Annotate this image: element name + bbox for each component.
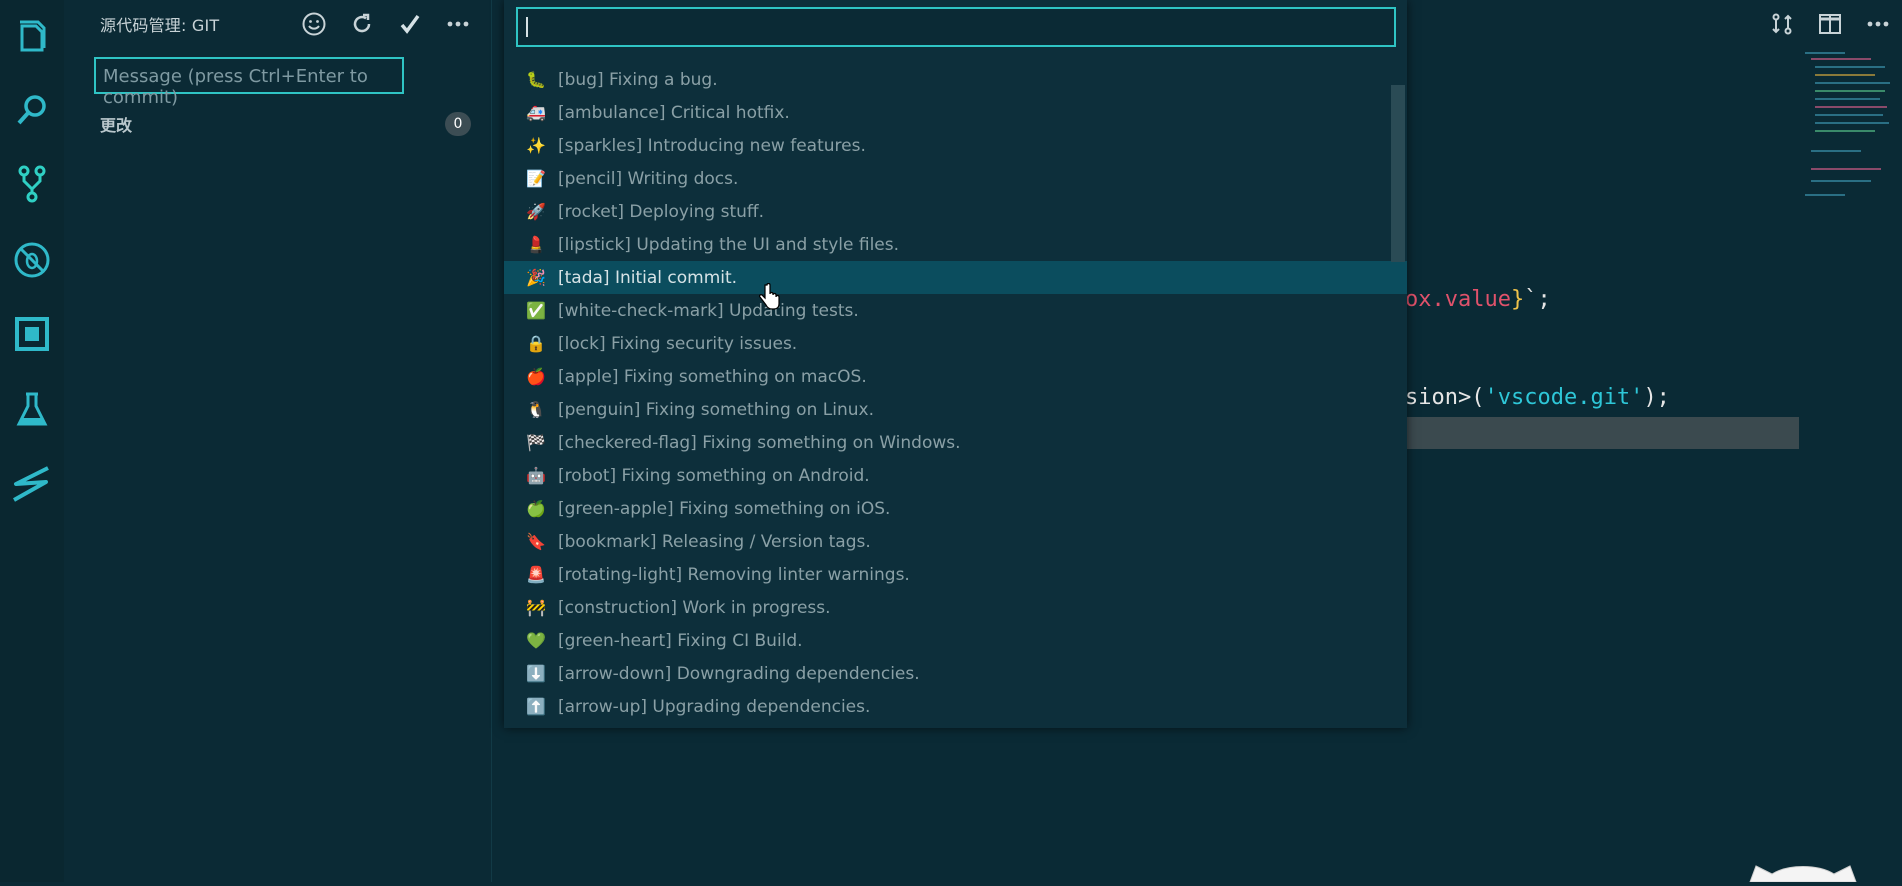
quick-pick-item[interactable]: 🚑 [ambulance] Critical hotfix.: [504, 96, 1407, 129]
quick-pick-item[interactable]: 🐛 [bug] Fixing a bug.: [504, 63, 1407, 96]
quick-pick-item[interactable]: 🚀 [rocket] Deploying stuff.: [504, 195, 1407, 228]
quick-pick-item-label: [pencil] Writing docs.: [558, 168, 739, 189]
more-icon[interactable]: [434, 10, 482, 38]
live-share-icon[interactable]: [0, 456, 64, 512]
quick-pick-item[interactable]: 🔒 [lock] Fixing security issues.: [504, 327, 1407, 360]
quick-pick-item[interactable]: 🏁 [checkered-flag] Fixing something on Wi…: [504, 426, 1407, 459]
test-flask-icon[interactable]: [0, 382, 64, 438]
quick-pick-item[interactable]: 📝 [pencil] Writing docs.: [504, 162, 1407, 195]
explorer-icon[interactable]: [0, 8, 64, 64]
gitmoji-icon: ✅: [526, 301, 546, 320]
quick-pick-item-label: [rotating-light] Removing linter warning…: [558, 564, 910, 585]
quick-pick-item-label: [apple] Fixing something on macOS.: [558, 366, 867, 387]
gitmoji-icon: ✨: [526, 136, 546, 155]
editor-actions: [1758, 10, 1902, 38]
quick-pick-item[interactable]: 🔖 [bookmark] Releasing / Version tags.: [504, 525, 1407, 558]
quick-pick-item[interactable]: 🍏 [green-apple] Fixing something on iOS.: [504, 492, 1407, 525]
quick-pick-item[interactable]: 🐧 [penguin] Fixing something on Linux.: [504, 393, 1407, 426]
quick-pick-item-label: [bookmark] Releasing / Version tags.: [558, 531, 871, 552]
smiley-icon[interactable]: [290, 10, 338, 38]
gitmoji-icon: 🔖: [526, 532, 546, 551]
search-icon[interactable]: [0, 82, 64, 138]
hand-cursor-icon: [758, 282, 780, 315]
quick-pick-item-label: [bug] Fixing a bug.: [558, 69, 718, 90]
gitmoji-icon: 🚑: [526, 103, 546, 122]
quick-pick-item-label: [green-apple] Fixing something on iOS.: [558, 498, 891, 519]
quick-pick-item[interactable]: 💄 [lipstick] Updating the UI and style fi…: [504, 228, 1407, 261]
sidebar-actions: [290, 10, 482, 38]
quick-pick-item[interactable]: 🚧 [construction] Work in progress.: [504, 591, 1407, 624]
gitmoji-icon: 💄: [526, 235, 546, 254]
activity-bar: [0, 0, 64, 882]
quick-pick-item[interactable]: ✨ [sparkles] Introducing new features.: [504, 129, 1407, 162]
quick-pick-item-label: [ambulance] Critical hotfix.: [558, 102, 790, 123]
quick-pick-item[interactable]: 🚨 [rotating-light] Removing linter warnin…: [504, 558, 1407, 591]
gitmoji-icon: 🏁: [526, 433, 546, 452]
gitmoji-icon: 🍏: [526, 499, 546, 518]
quick-pick-item-label: [arrow-up] Upgrading dependencies.: [558, 696, 871, 717]
gitmoji-icon: 🚧: [526, 598, 546, 617]
minimap[interactable]: [1805, 50, 1895, 200]
code-line-2[interactable]: sion>('vscode.git');: [1405, 385, 1670, 410]
quick-pick-item-label: [checkered-flag] Fixing something on Win…: [558, 432, 961, 453]
changes-count-badge: 0: [445, 112, 471, 136]
gitmoji-icon: 🎉: [526, 268, 546, 287]
split-editor-icon[interactable]: [1806, 10, 1854, 38]
gitmoji-icon: 🍎: [526, 367, 546, 386]
code-token-brace: }: [1510, 287, 1525, 312]
gitmoji-icon: 🤖: [526, 466, 546, 485]
source-control-icon[interactable]: [0, 156, 64, 212]
extensions-icon[interactable]: [0, 306, 64, 362]
quick-pick-item-label: [sparkles] Introducing new features.: [558, 135, 866, 156]
quick-pick-item[interactable]: ✅ [white-check-mark] Updating tests.: [504, 294, 1407, 327]
quick-pick-item-label: [penguin] Fixing something on Linux.: [558, 399, 874, 420]
source-control-sidebar: 源代码管理: GIT Message (press Ctrl+Enter to …: [64, 0, 492, 882]
code-token-tail: );: [1643, 385, 1670, 410]
gitmoji-icon: 💚: [526, 631, 546, 650]
quick-pick-item-label: [lipstick] Updating the UI and style fil…: [558, 234, 900, 255]
quick-pick-item[interactable]: 🤖 [robot] Fixing something on Android.: [504, 459, 1407, 492]
changes-section-header[interactable]: 更改: [100, 112, 132, 136]
quick-pick-item[interactable]: 🍎 [apple] Fixing something on macOS.: [504, 360, 1407, 393]
quick-pick-item-label: [tada] Initial commit.: [558, 267, 738, 288]
gitmoji-icon: 🐧: [526, 400, 546, 419]
cat-mascot-icon: [1748, 860, 1858, 883]
quick-pick-list: 🐛 [bug] Fixing a bug. 🚑 [ambulance] Critica…: [504, 63, 1407, 723]
gitmoji-icon: 📝: [526, 169, 546, 188]
gitmoji-icon: ⬆️: [526, 697, 546, 716]
quick-pick-item[interactable]: ⬇️ [arrow-down] Downgrading dependencies.: [504, 657, 1407, 690]
code-token-string: 'vscode.git': [1484, 385, 1644, 410]
quick-pick-panel: 🐛 [bug] Fixing a bug. 🚑 [ambulance] Critica…: [504, 0, 1407, 728]
code-token-pre: sion>(: [1405, 385, 1485, 410]
code-line-1[interactable]: ox.value}`;: [1405, 287, 1551, 312]
quick-pick-item-label: [lock] Fixing security issues.: [558, 333, 798, 354]
quick-pick-item-label: [construction] Work in progress.: [558, 597, 831, 618]
quick-pick-item-label: [rocket] Deploying stuff.: [558, 201, 765, 222]
code-token-var: ox.value: [1405, 287, 1511, 312]
quick-pick-item-label: [white-check-mark] Updating tests.: [558, 300, 859, 321]
quick-pick-input[interactable]: [516, 7, 1396, 47]
editor-more-icon[interactable]: [1854, 10, 1902, 38]
gitmoji-icon: 🔒: [526, 334, 546, 353]
quick-pick-item[interactable]: 🎉 [tada] Initial commit.: [504, 261, 1407, 294]
text-caret: [526, 17, 528, 37]
quick-pick-item-label: [robot] Fixing something on Android.: [558, 465, 870, 486]
debug-icon[interactable]: [0, 232, 64, 288]
commit-message-input[interactable]: Message (press Ctrl+Enter to commit): [94, 57, 404, 108]
quick-pick-item[interactable]: ⬆️ [arrow-up] Upgrading dependencies.: [504, 690, 1407, 723]
gitmoji-icon: 🚨: [526, 565, 546, 584]
quick-pick-item-label: [arrow-down] Downgrading dependencies.: [558, 663, 920, 684]
gitmoji-icon: ⬇️: [526, 664, 546, 683]
code-token-tail: `;: [1524, 287, 1551, 312]
quick-pick-item-label: [green-heart] Fixing CI Build.: [558, 630, 803, 651]
sidebar-title: 源代码管理: GIT: [100, 16, 220, 35]
check-icon[interactable]: [386, 10, 434, 38]
gitmoji-icon: 🐛: [526, 70, 546, 89]
compare-changes-icon[interactable]: [1758, 10, 1806, 38]
quick-pick-item[interactable]: 💚 [green-heart] Fixing CI Build.: [504, 624, 1407, 657]
current-line-highlight: [1407, 417, 1799, 449]
refresh-icon[interactable]: [338, 10, 386, 38]
quick-pick-scrollbar[interactable]: [1391, 85, 1405, 262]
gitmoji-icon: 🚀: [526, 202, 546, 221]
